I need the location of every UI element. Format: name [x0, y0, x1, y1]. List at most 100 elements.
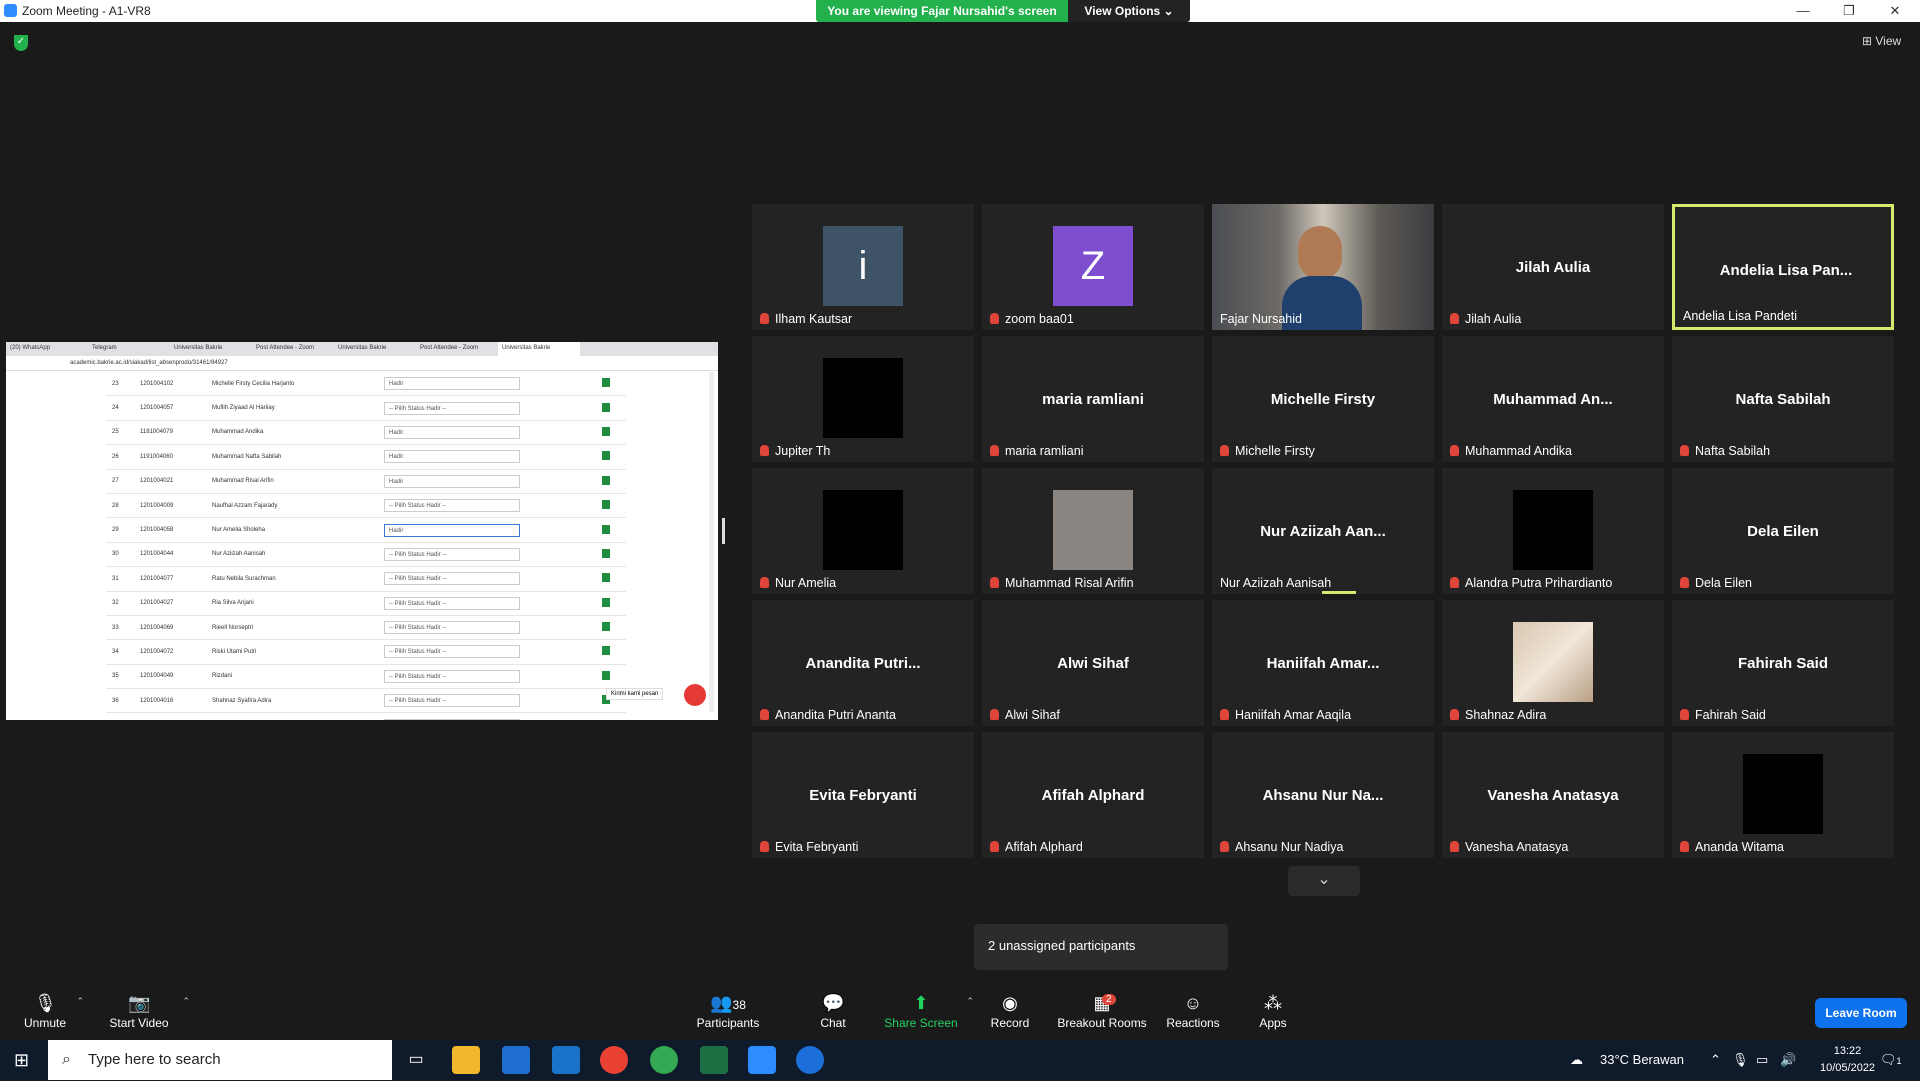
participant-tile[interactable]: Muhammad Risal Arifin	[982, 468, 1204, 594]
windows-taskbar: ⊞ ⌕ Type here to search ▭ ☁ 33°C Berawan…	[0, 1040, 1920, 1080]
teamviewer-icon[interactable]	[796, 1046, 824, 1074]
row-number: 24	[106, 396, 134, 420]
view-options-button[interactable]: View Options ⌄	[1068, 0, 1190, 22]
restore-button[interactable]: ❐	[1826, 0, 1872, 22]
participant-tile[interactable]: Afifah AlphardAfifah Alphard	[982, 732, 1204, 858]
avatar: i	[823, 226, 903, 306]
taskbar-clock[interactable]: 13:22 10/05/2022	[1820, 1043, 1875, 1077]
participant-tile[interactable]: Ahsanu Nur Na...Ahsanu Nur Nadiya	[1212, 732, 1434, 858]
network-icon[interactable]: ▭	[1756, 1040, 1768, 1080]
save-row-icon	[602, 378, 610, 387]
task-view-icon[interactable]: ▭	[402, 1046, 430, 1074]
attendance-row: 241201004057Muflih Ziyaad Al Hariiay-- P…	[106, 396, 626, 420]
security-shield-icon[interactable]: ✓	[14, 35, 28, 51]
status-select: Hadir	[384, 426, 520, 439]
row-number: 33	[106, 615, 134, 639]
participant-tile[interactable]: Vanesha AnatasyaVanesha Anatasya	[1442, 732, 1664, 858]
view-layout-button[interactable]: ⊞ View	[1862, 34, 1901, 48]
participant-tile[interactable]: Jilah AuliaJilah Aulia	[1442, 204, 1664, 330]
unassigned-participants-popup[interactable]: 2 unassigned participants	[974, 924, 1228, 970]
apps-button[interactable]: ⁂ Apps	[1230, 980, 1316, 1040]
muted-mic-icon	[1450, 445, 1459, 456]
row-nim: 1191004009	[134, 713, 206, 720]
video-options-caret-icon[interactable]: ⌃	[182, 996, 190, 1007]
muted-mic-icon	[990, 313, 999, 324]
leave-room-button[interactable]: Leave Room	[1815, 998, 1907, 1028]
shared-screen: (20) WhatsAppTelegramUniversitas BakrieP…	[6, 342, 718, 720]
attendance-row: 261191004060Muhammad Nafta SabilahHadir	[106, 445, 626, 469]
muted-mic-icon	[1450, 577, 1459, 588]
participant-tile[interactable]: Anandita Putri...Anandita Putri Ananta	[752, 600, 974, 726]
record-button[interactable]: ◉ Record	[967, 980, 1053, 1040]
mail-icon[interactable]	[552, 1046, 580, 1074]
taskbar-search-box[interactable]: ⌕ Type here to search	[48, 1040, 392, 1080]
excel-icon[interactable]	[700, 1046, 728, 1074]
attendance-row: 361201004016Shahnaz Syafira Adira-- Pili…	[106, 689, 626, 713]
participant-tile[interactable]: Zzoom baa01	[982, 204, 1204, 330]
participant-tile[interactable]: Michelle FirstyMichelle Firsty	[1212, 336, 1434, 462]
participant-tile[interactable]: Fajar Nursahid	[1212, 204, 1434, 330]
muted-mic-icon	[760, 709, 769, 720]
muted-mic-icon	[1680, 841, 1689, 852]
participant-name-label: Nafta Sabilah	[1680, 444, 1770, 458]
participant-tile[interactable]: Andelia Lisa Pan...Andelia Lisa Pandeti	[1672, 204, 1894, 330]
start-video-button[interactable]: 📷 Start Video ⌃	[96, 980, 182, 1040]
notification-center-icon[interactable]: 🗨1	[1880, 1040, 1902, 1080]
participant-tile[interactable]: Haniifah Amar...Haniifah Amar Aaqila	[1212, 600, 1434, 726]
muted-mic-icon: 🎙	[34, 994, 56, 1012]
profile-picture	[823, 358, 903, 438]
unmute-button[interactable]: 🎙 Unmute ⌃	[2, 980, 88, 1040]
audio-options-caret-icon[interactable]: ⌃	[76, 996, 84, 1007]
save-row-icon	[602, 671, 610, 680]
save-row-icon	[602, 549, 610, 558]
close-button[interactable]: ✕	[1872, 0, 1918, 22]
participants-button[interactable]: 👥38 Participants	[685, 980, 771, 1040]
start-video-label: Start Video	[96, 1016, 182, 1030]
participant-name: Jilah Aulia	[1465, 312, 1521, 326]
participant-tile[interactable]: Nur Aziizah Aan...Nur Aziizah Aanisah	[1212, 468, 1434, 594]
browser-tab: Universitas Bakrie	[498, 342, 580, 356]
save-row-icon	[602, 573, 610, 582]
participant-tile[interactable]: Alwi SihafAlwi Sihaf	[982, 600, 1204, 726]
participant-tile[interactable]: Fahirah SaidFahirah Said	[1672, 600, 1894, 726]
store-icon[interactable]	[502, 1046, 530, 1074]
share-screen-button[interactable]: ⬆ Share Screen ⌃	[878, 980, 964, 1040]
participant-tile[interactable]: Muhammad An...Muhammad Andika	[1442, 336, 1664, 462]
record-icon: ◉	[999, 994, 1021, 1012]
participant-tile[interactable]: Dela EilenDela Eilen	[1672, 468, 1894, 594]
weather-text[interactable]: 33°C Berawan	[1600, 1040, 1684, 1080]
weather-cloud-icon[interactable]: ☁	[1570, 1040, 1583, 1080]
viewing-screen-banner: You are viewing Fajar Nursahid's screen	[816, 0, 1068, 22]
windows-start-icon[interactable]: ⊞	[14, 1050, 34, 1070]
participant-tile[interactable]: Nur Amelia	[752, 468, 974, 594]
status-select: Hadir	[384, 450, 520, 463]
file-explorer-icon[interactable]	[452, 1046, 480, 1074]
participant-tile[interactable]: Alandra Putra Prihardianto	[1442, 468, 1664, 594]
more-participants-chevron-icon[interactable]: ⌄	[1288, 866, 1360, 896]
row-number: 31	[106, 567, 134, 591]
breakout-rooms-button[interactable]: ▦ 2 Breakout Rooms	[1052, 980, 1152, 1040]
row-nim: 1201004057	[134, 396, 206, 420]
participant-name-label: maria ramliani	[990, 444, 1084, 458]
participant-tile[interactable]: iIlham Kautsar	[752, 204, 974, 330]
participant-tile[interactable]: maria ramlianimaria ramliani	[982, 336, 1204, 462]
chrome-profile-icon[interactable]	[650, 1046, 678, 1074]
minimize-button[interactable]: —	[1780, 0, 1826, 22]
window-title: Zoom Meeting - A1-VR8	[22, 4, 151, 18]
participant-name-label: Nur Aziizah Aanisah	[1220, 576, 1331, 590]
participant-tile[interactable]: Shahnaz Adira	[1442, 600, 1664, 726]
split-handle[interactable]	[722, 518, 725, 544]
volume-icon[interactable]: 🔊	[1780, 1040, 1796, 1080]
zoom-taskbar-icon[interactable]	[748, 1046, 776, 1074]
participant-tile[interactable]: Nafta SabilahNafta Sabilah	[1672, 336, 1894, 462]
participant-tile[interactable]: Jupiter Th	[752, 336, 974, 462]
participant-tile[interactable]: Evita FebryantiEvita Febryanti	[752, 732, 974, 858]
reactions-button[interactable]: ☺ Reactions	[1150, 980, 1236, 1040]
chat-button[interactable]: 💬 Chat	[790, 980, 876, 1040]
participant-tile[interactable]: Ananda Witama	[1672, 732, 1894, 858]
attendance-row: 341201004072Riski Utami Putri-- Pilih St…	[106, 640, 626, 664]
tray-chevron-icon[interactable]: ⌃	[1710, 1040, 1721, 1080]
microphone-tray-icon[interactable]: 🎙	[1732, 1040, 1749, 1080]
participant-name: Michelle Firsty	[1235, 444, 1315, 458]
chrome-icon[interactable]	[600, 1046, 628, 1074]
